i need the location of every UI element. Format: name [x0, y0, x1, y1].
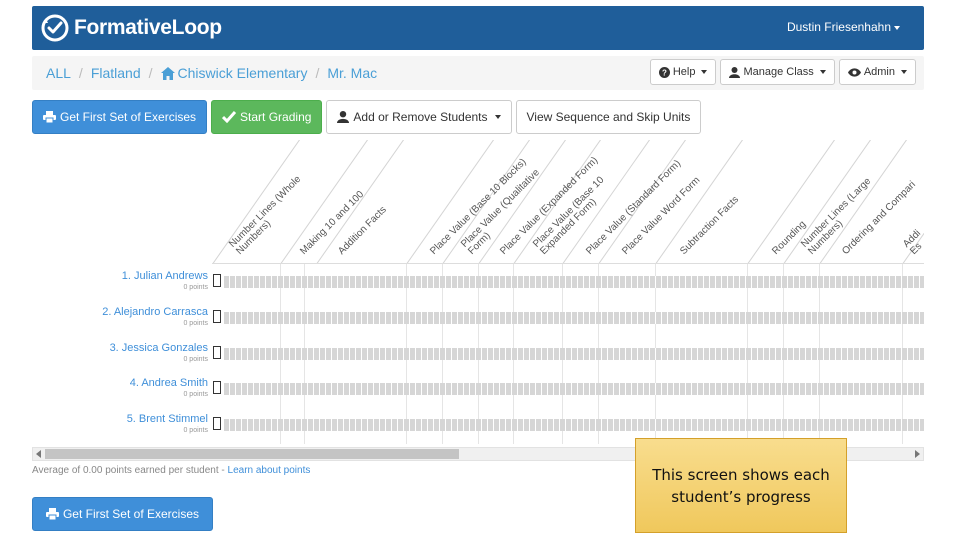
user-icon: [729, 66, 741, 78]
svg-text:?: ?: [662, 68, 667, 77]
breadcrumb-separator: /: [315, 65, 320, 81]
add-remove-students-button[interactable]: Add or Remove Students: [326, 100, 512, 134]
breadcrumb-item-all[interactable]: ALL: [46, 65, 71, 81]
column-header: Subtraction Facts: [678, 194, 742, 257]
breadcrumb-item-class[interactable]: Mr. Mac: [327, 65, 377, 81]
printer-icon: [43, 111, 56, 123]
column-header: Number Lines (Whole Numbers): [227, 173, 304, 257]
caret-down-icon: [894, 25, 900, 30]
column-headers: Number Lines (Whole Numbers) Making 10 a…: [212, 140, 924, 264]
progress-cells-row[interactable]: [224, 383, 924, 395]
annotation-callout: This screen shows each student’s progres…: [635, 438, 847, 533]
caret-down-icon: [494, 115, 501, 119]
caret-down-icon: [819, 70, 826, 74]
user-icon: [337, 111, 350, 123]
breadcrumb: ALL / Flatland / Chiswick Elementary / M…: [46, 65, 377, 81]
student-row: 4. Andrea Smith 0 points: [32, 377, 221, 399]
student-points: 0 points: [183, 391, 208, 398]
toolbar: ? Help Manage Class Admin: [649, 59, 916, 85]
manage-class-label: Manage Class: [743, 66, 814, 78]
progress-cells-row[interactable]: [224, 348, 924, 360]
top-navbar: FormativeLoop Dustin Friesenhahn: [32, 6, 924, 50]
column-header: Addi Es: [901, 227, 924, 257]
home-icon: [160, 66, 175, 80]
student-name[interactable]: 5. Brent Stimmel: [32, 413, 212, 426]
start-grading-button[interactable]: Start Grading: [211, 100, 323, 134]
get-exercises-button[interactable]: Get First Set of Exercises: [32, 100, 208, 134]
student-points: 0 points: [183, 284, 208, 291]
student-row: 2. Alejandro Carrasca 0 points: [32, 306, 221, 328]
header-divider: [406, 140, 407, 263]
view-sequence-label: View Sequence and Skip Units: [526, 110, 691, 124]
header-divider: [562, 140, 563, 263]
student-name[interactable]: 3. Jessica Gonzales: [32, 342, 212, 355]
progress-cells-row[interactable]: [224, 419, 924, 431]
eye-icon: [847, 67, 861, 77]
help-button[interactable]: ? Help: [649, 59, 717, 85]
breadcrumb-item-school[interactable]: Chiswick Elementary: [178, 65, 308, 81]
scrollbar-thumb[interactable]: [45, 449, 459, 459]
printer-icon: [45, 508, 59, 520]
student-row: 5. Brent Stimmel 0 points: [32, 413, 221, 435]
get-exercises-bottom-label: Get First Set of Exercises: [62, 507, 200, 521]
student-name[interactable]: 2. Alejandro Carrasca: [32, 306, 212, 319]
student-row: 3. Jessica Gonzales 0 points: [32, 342, 221, 364]
scroll-left-icon[interactable]: [36, 450, 41, 458]
check-icon: [222, 111, 237, 123]
breadcrumb-bar: ALL / Flatland / Chiswick Elementary / M…: [32, 56, 924, 90]
learn-about-points-link[interactable]: Learn about points: [228, 465, 311, 476]
admin-button[interactable]: Admin: [838, 59, 916, 85]
user-menu[interactable]: Dustin Friesenhahn: [787, 20, 900, 34]
student-name[interactable]: 1. Julian Andrews: [32, 270, 212, 283]
help-label: Help: [672, 66, 696, 78]
progress-cells-row[interactable]: [224, 276, 924, 288]
breadcrumb-item-district[interactable]: Flatland: [91, 65, 141, 81]
start-grading-label: Start Grading: [240, 110, 312, 124]
average-points-text: Average of 0.00 points earned per studen…: [32, 465, 310, 476]
header-divider: [212, 140, 213, 263]
scroll-right-icon[interactable]: [915, 450, 920, 458]
average-label: Average of 0.00 points earned per studen…: [32, 465, 228, 476]
action-bar: Get First Set of Exercises Start Grading…: [32, 100, 702, 134]
progress-cells-row[interactable]: [224, 312, 924, 324]
progress-grid: [212, 264, 924, 444]
breadcrumb-separator: /: [148, 65, 153, 81]
caret-down-icon: [901, 70, 907, 74]
admin-label: Admin: [863, 66, 895, 78]
callout-text: This screen shows each student’s progres…: [652, 465, 830, 506]
loop-logo-icon: [41, 14, 69, 42]
view-sequence-button[interactable]: View Sequence and Skip Units: [515, 100, 702, 134]
question-circle-icon: ?: [658, 66, 670, 78]
add-remove-students-label: Add or Remove Students: [353, 110, 488, 124]
caret-down-icon: [701, 70, 708, 74]
get-exercises-bottom-button[interactable]: Get First Set of Exercises: [32, 497, 213, 531]
breadcrumb-separator: /: [78, 65, 83, 81]
student-points: 0 points: [183, 320, 208, 327]
logo[interactable]: FormativeLoop: [40, 12, 222, 44]
student-points: 0 points: [183, 427, 208, 434]
manage-class-button[interactable]: Manage Class: [720, 59, 835, 85]
student-row: 1. Julian Andrews 0 points: [32, 270, 221, 292]
header-divider: [655, 140, 656, 263]
get-exercises-label: Get First Set of Exercises: [60, 110, 197, 124]
header-divider: [747, 140, 748, 263]
student-points: 0 points: [183, 356, 208, 363]
student-name[interactable]: 4. Andrea Smith: [32, 377, 212, 390]
column-header: Number Lines (Large Numbers): [799, 175, 874, 257]
logo-text: FormativeLoop: [74, 16, 222, 39]
user-name: Dustin Friesenhahn: [786, 20, 891, 34]
